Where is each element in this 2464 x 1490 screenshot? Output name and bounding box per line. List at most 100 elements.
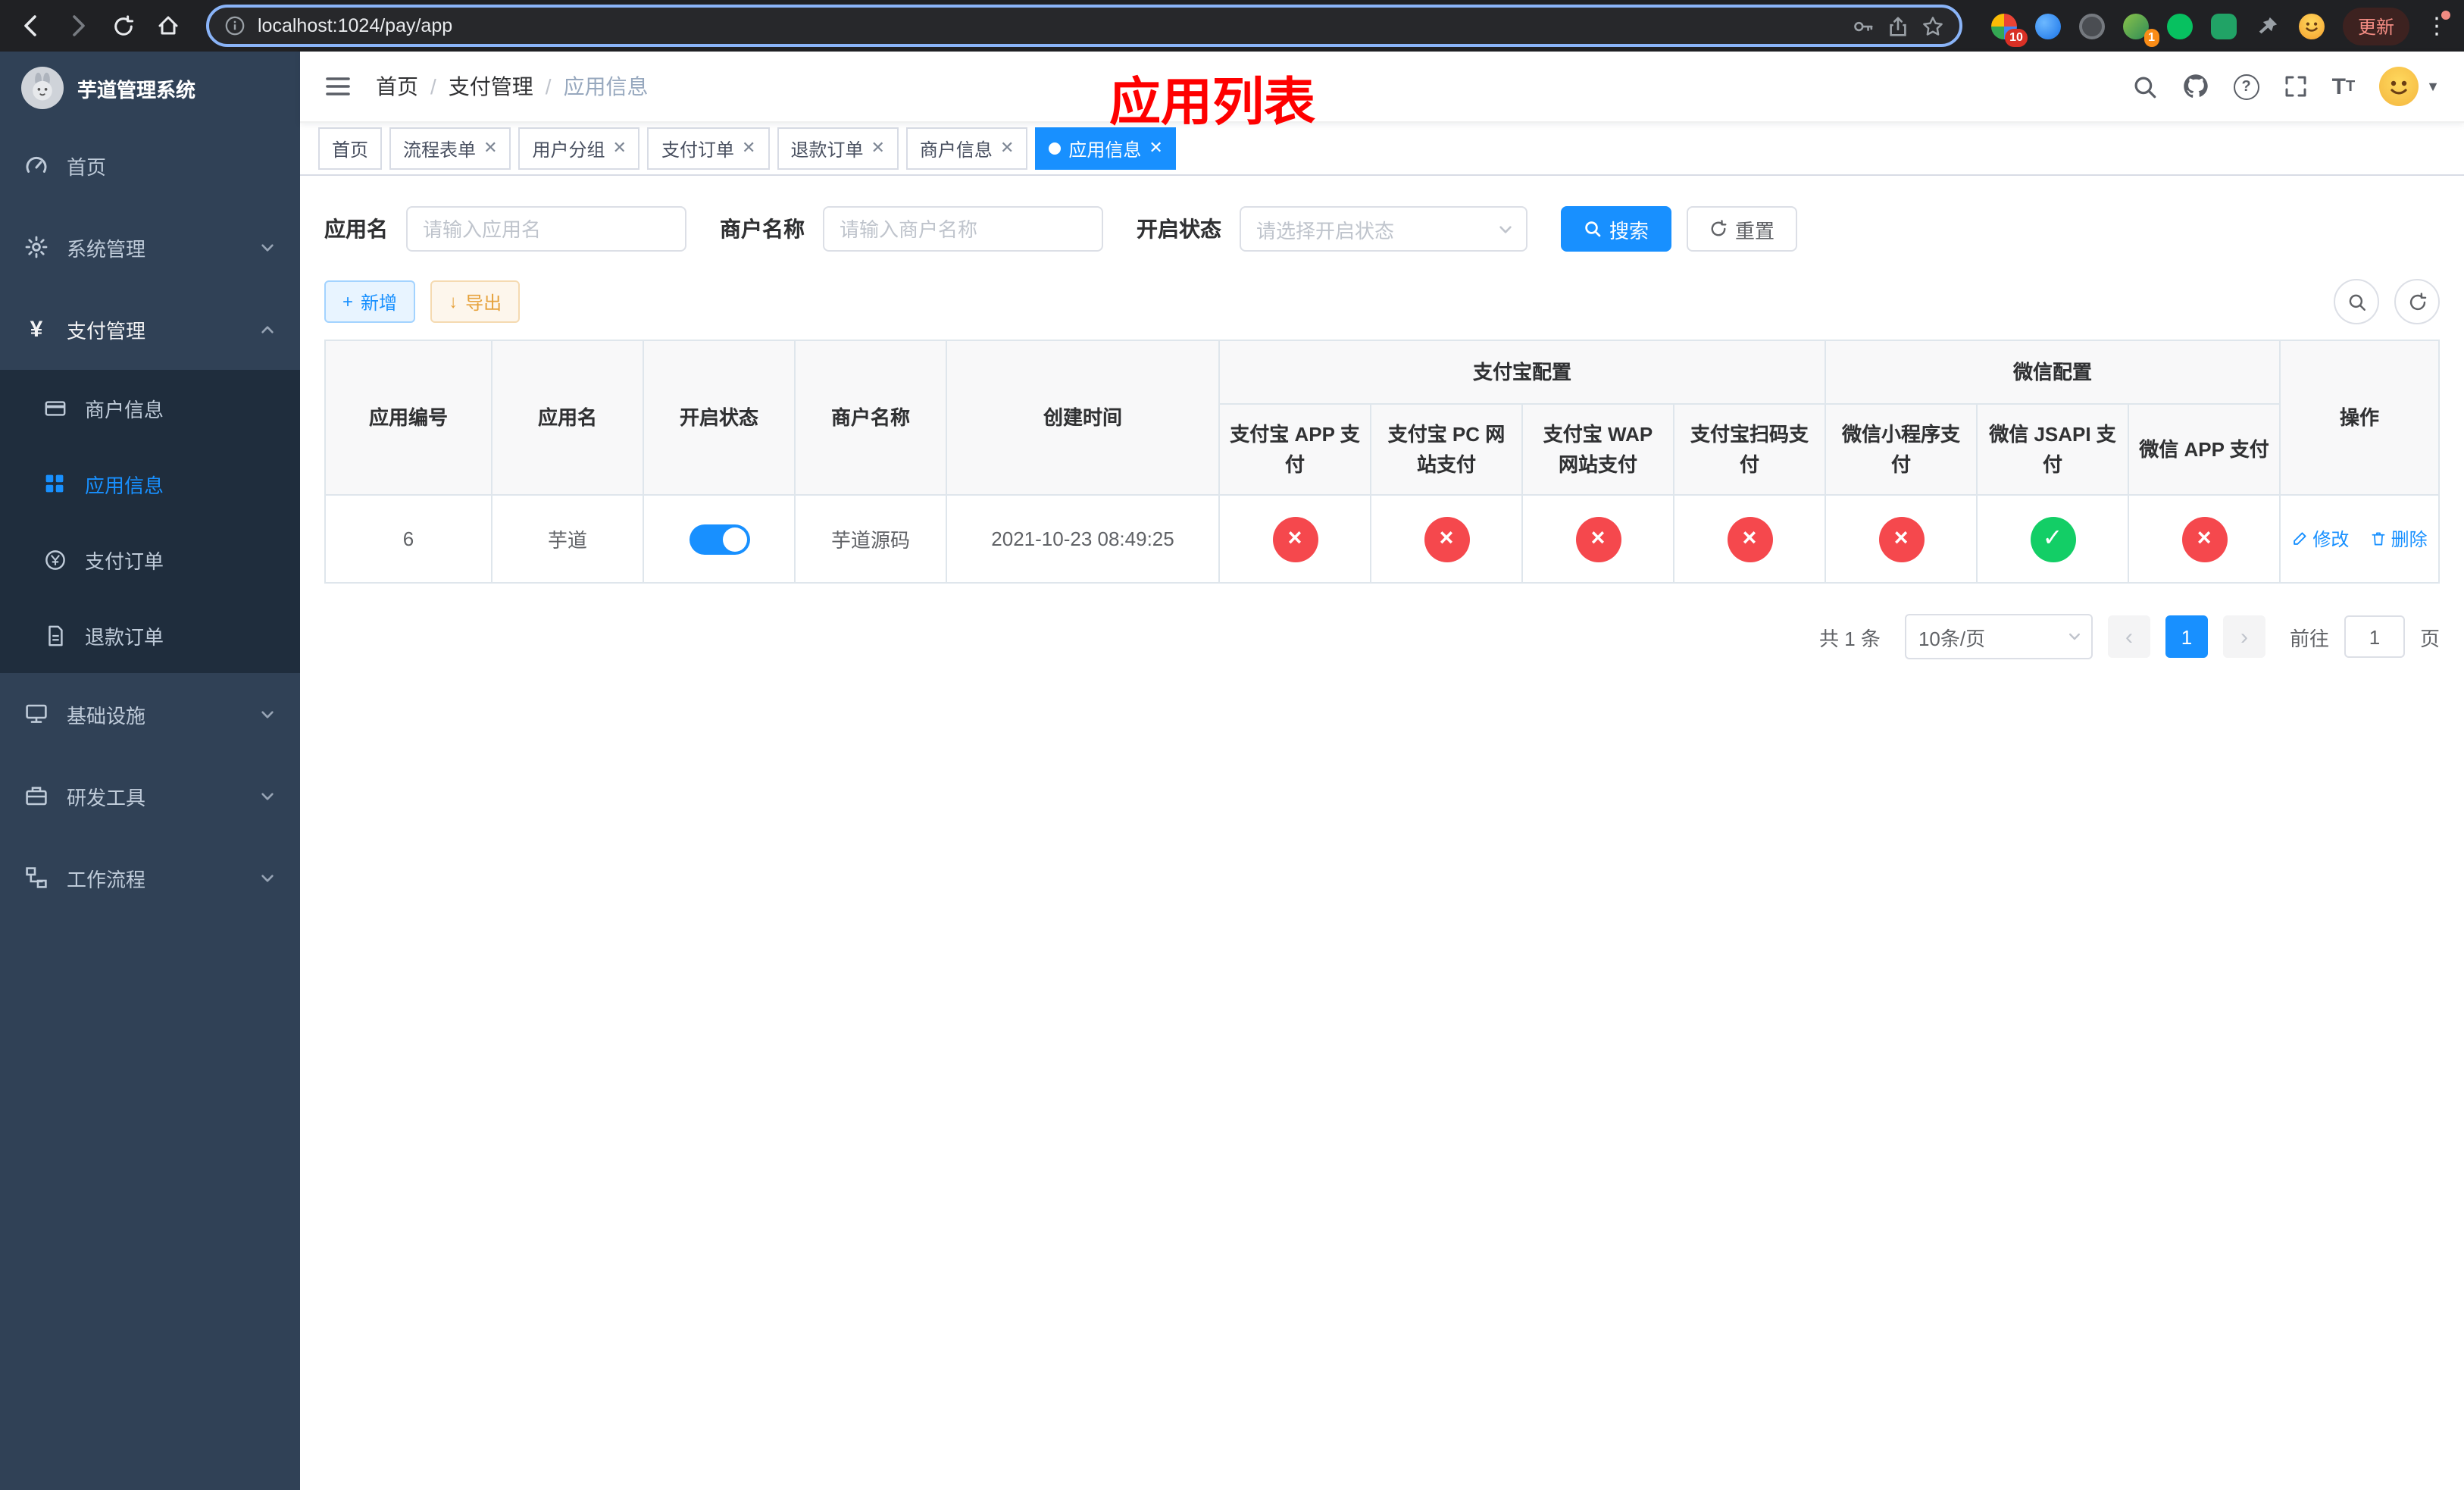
cell-app-name: 芋道 <box>491 494 644 584</box>
help-icon[interactable]: ? <box>2233 74 2259 99</box>
extension-blue-icon[interactable] <box>2031 8 2067 44</box>
extension-wechat-icon[interactable] <box>2162 8 2199 44</box>
fullscreen-icon[interactable] <box>2284 74 2308 99</box>
extension-avatar-icon[interactable]: 1 <box>2118 8 2159 47</box>
export-button[interactable]: ↓ 导出 <box>430 280 521 323</box>
dashboard-icon <box>24 153 48 177</box>
sidebar-item-devtools[interactable]: 研发工具 <box>0 755 300 837</box>
user-avatar[interactable]: ▼ <box>2379 67 2440 106</box>
forward-icon[interactable] <box>58 6 97 45</box>
sidebar-item-system[interactable]: 系统管理 <box>0 206 300 288</box>
col-wechat-app: 微信 APP 支付 <box>2128 403 2281 496</box>
yen-icon: ¥ <box>30 316 43 342</box>
back-icon[interactable] <box>12 6 52 45</box>
top-navbar: 首页 / 支付管理 / 应用信息 ? T T ▼ <box>300 52 2464 123</box>
sidebar-item-refund-order[interactable]: 退款订单 <box>0 597 300 673</box>
close-icon[interactable]: ✕ <box>1000 139 1014 157</box>
key-icon[interactable] <box>1852 14 1875 37</box>
merchant-name-label: 商户名称 <box>720 217 805 241</box>
tab-app-info[interactable]: 应用信息 ✕ <box>1035 127 1177 170</box>
tab-process-form[interactable]: 流程表单 ✕ <box>389 127 511 170</box>
col-wechat-jsapi: 微信 JSAPI 支付 <box>1976 403 2130 496</box>
close-icon[interactable]: ✕ <box>483 139 497 157</box>
col-alipay-wap: 支付宝 WAP 网站支付 <box>1521 403 1674 496</box>
merchant-name-input[interactable] <box>823 206 1103 252</box>
table-toolbar: + 新增 ↓ 导出 <box>324 279 2440 324</box>
alipay-wap-status-icon: × <box>1575 516 1621 562</box>
address-bar[interactable]: localhost:1024/pay/app <box>206 5 1962 47</box>
col-group-wechat: 微信配置 <box>1825 340 2281 405</box>
status-select[interactable]: 请选择开启状态 <box>1240 206 1527 252</box>
reload-icon[interactable] <box>103 6 142 45</box>
extension-green-square-icon[interactable] <box>2206 8 2243 44</box>
alipay-app-status-icon: × <box>1272 516 1318 562</box>
col-group-alipay: 支付宝配置 <box>1218 340 1827 405</box>
github-icon[interactable] <box>2182 73 2209 100</box>
tab-merchant-info[interactable]: 商户信息 ✕ <box>905 127 1028 170</box>
url-text[interactable]: localhost:1024/pay/app <box>258 15 1840 36</box>
browser-update-button[interactable]: 更新 <box>2342 7 2409 45</box>
col-app-name: 应用名 <box>491 340 644 496</box>
hamburger-icon[interactable] <box>324 73 352 100</box>
workflow-icon <box>24 866 48 890</box>
breadcrumb-section[interactable]: 支付管理 <box>449 71 533 102</box>
col-merchant: 商户名称 <box>794 340 947 496</box>
info-icon[interactable] <box>224 15 245 36</box>
avatar-image <box>2379 67 2419 106</box>
sidebar-item-workflow[interactable]: 工作流程 <box>0 837 300 919</box>
page-content: 应用名 商户名称 开启状态 请选择开启状态 <box>300 176 2464 1490</box>
tab-home[interactable]: 首页 <box>318 127 383 170</box>
browser-menu-icon[interactable]: ⋮ <box>2422 11 2452 39</box>
col-app-id: 应用编号 <box>324 340 492 496</box>
extension-pin-icon[interactable] <box>2250 8 2287 44</box>
col-created: 创建时间 <box>946 340 1220 496</box>
next-page-button[interactable]: › <box>2222 615 2265 658</box>
sidebar-item-app-info[interactable]: 应用信息 <box>0 446 300 521</box>
app-table: 应用编号 应用名 开启状态 商户名称 创建时间 支付宝配置 微信配置 操作 支付… <box>324 340 2440 584</box>
cell-actions: 修改 删除 <box>2279 494 2440 584</box>
close-icon[interactable]: ✕ <box>871 139 884 157</box>
status-switch[interactable] <box>689 524 749 554</box>
breadcrumb: 首页 / 支付管理 / 应用信息 <box>376 71 649 102</box>
search-button[interactable]: 搜索 <box>1561 206 1672 252</box>
extension-dark-icon[interactable] <box>2075 8 2111 44</box>
goto-page-input[interactable] <box>2344 615 2405 658</box>
font-size-icon[interactable]: TT <box>2332 74 2356 99</box>
sidebar-item-payment[interactable]: ¥ 支付管理 <box>0 288 300 370</box>
close-icon[interactable]: ✕ <box>613 139 627 157</box>
share-icon[interactable] <box>1887 14 1909 37</box>
breadcrumb-home[interactable]: 首页 <box>376 71 418 102</box>
sidebar-item-home[interactable]: 首页 <box>0 124 300 206</box>
sidebar-item-infra[interactable]: 基础设施 <box>0 673 300 755</box>
sidebar-item-pay-order[interactable]: 支付订单 <box>0 521 300 597</box>
page-number-1[interactable]: 1 <box>2165 615 2208 658</box>
extension-emoji-face-icon[interactable] <box>2294 8 2331 44</box>
tab-user-group[interactable]: 用户分组 ✕ <box>518 127 640 170</box>
add-button[interactable]: + 新增 <box>324 280 416 323</box>
tab-refund-order[interactable]: 退款订单 ✕ <box>777 127 899 170</box>
page-size-select[interactable]: 10条/页 <box>1904 614 2093 659</box>
extension-multicolor-icon[interactable]: 10 <box>1987 8 2028 47</box>
tab-pay-order[interactable]: 支付订单 ✕ <box>647 127 770 170</box>
search-icon[interactable] <box>2132 74 2158 99</box>
chevron-up-icon <box>259 321 276 337</box>
edit-link[interactable]: 修改 <box>2291 526 2349 552</box>
sidebar-item-merchant-info[interactable]: 商户信息 <box>0 370 300 446</box>
screen: localhost:1024/pay/app 10 1 更新 ⋮ 芋道管理系统 … <box>0 0 2464 1490</box>
app-name-input[interactable] <box>406 206 686 252</box>
prev-page-button[interactable]: ‹ <box>2107 615 2150 658</box>
active-dot <box>1049 142 1062 155</box>
col-alipay-pc: 支付宝 PC 网站支付 <box>1370 403 1523 496</box>
pagination: 共 1 条 10条/页 ‹ 1 › 前往 页 <box>324 614 2440 659</box>
delete-link[interactable]: 删除 <box>2370 526 2428 552</box>
reset-button[interactable]: 重置 <box>1687 206 1798 252</box>
home-icon[interactable] <box>149 6 188 45</box>
toggle-search-button[interactable] <box>2334 279 2379 324</box>
add-icon: + <box>342 291 354 312</box>
refresh-button[interactable] <box>2394 279 2440 324</box>
close-icon[interactable]: ✕ <box>742 139 755 157</box>
filter-form: 应用名 商户名称 开启状态 请选择开启状态 <box>324 206 2440 252</box>
close-icon[interactable]: ✕ <box>1149 139 1162 157</box>
bookmark-star-icon[interactable] <box>1921 14 1944 37</box>
status-label: 开启状态 <box>1137 217 1221 241</box>
